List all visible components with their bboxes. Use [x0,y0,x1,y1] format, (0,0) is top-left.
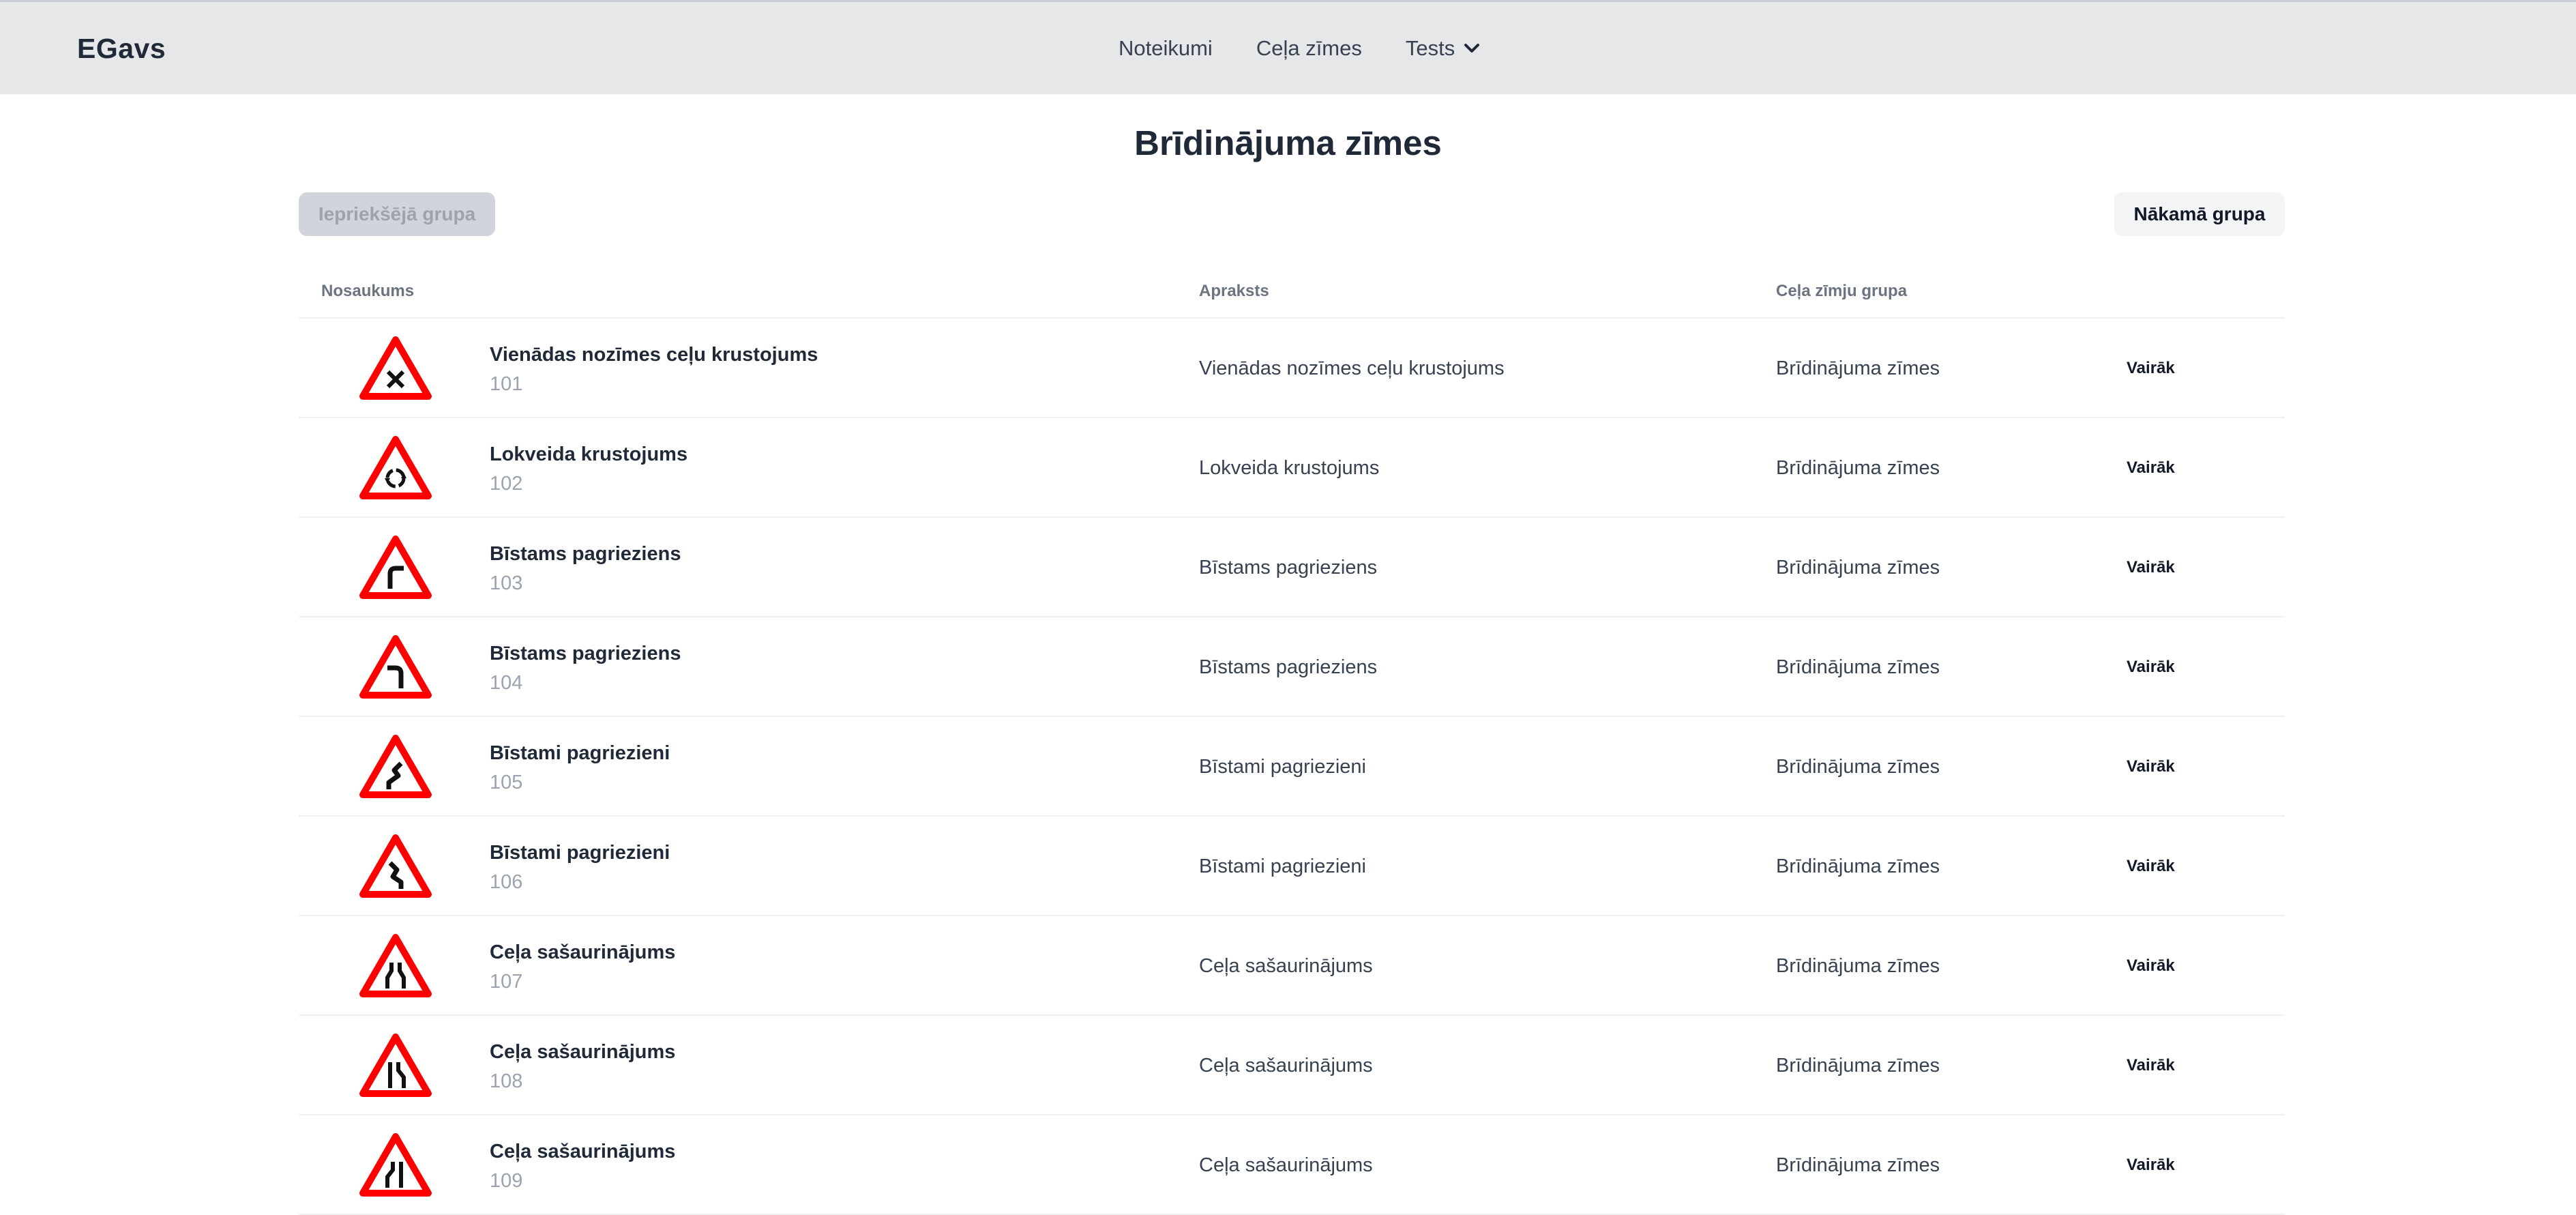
sign-description: Vienādas nozīmes ceļu krustojums [1199,357,1505,379]
table-row: Bīstams pagrieziens 104 Bīstams pagriezi… [299,617,2285,717]
sign-name: Bīstams pagrieziens [490,643,681,664]
double-curve-left-sign-icon [359,834,432,898]
sign-group: Brīdinājuma zīmes [1776,557,1940,579]
curve-right-sign-icon [359,536,432,599]
sign-group: Brīdinājuma zīmes [1776,457,1940,479]
sign-code: 105 [490,772,523,793]
signs-table: Nosaukums Apraksts Ceļa zīmju grupa Vien… [299,269,2285,1215]
sign-description: Bīstami pagriezieni [1199,855,1366,877]
table-row: Bīstams pagrieziens 103 Bīstams pagriezi… [299,518,2285,617]
sign-name: Lokveida krustojums [490,443,688,465]
sign-code: 109 [490,1170,523,1192]
previous-group-button[interactable]: Iepriekšējā grupa [299,192,495,236]
column-header-name: Nosaukums [321,282,415,300]
more-link[interactable]: Vairāk [2127,658,2175,677]
sign-code: 106 [490,871,523,893]
sign-description: Lokveida krustojums [1199,457,1380,479]
nav-item-tests-label: Tests [1405,36,1455,60]
more-link[interactable]: Vairāk [2127,458,2175,478]
sign-group: Brīdinājuma zīmes [1776,1055,1940,1077]
sign-group: Brīdinājuma zīmes [1776,656,1940,678]
sign-name: Ceļa sašaurinājums [490,941,676,963]
double-curve-right-sign-icon [359,735,432,798]
sign-description: Ceļa sašaurinājums [1199,955,1373,977]
sign-code: 102 [490,473,523,495]
sign-group: Brīdinājuma zīmes [1776,955,1940,977]
sign-group: Brīdinājuma zīmes [1776,855,1940,877]
nav-item-tests[interactable]: Tests [1406,36,1481,61]
more-link[interactable]: Vairāk [2127,359,2175,378]
next-group-button[interactable]: Nākamā grupa [2114,192,2285,236]
nav-item-noteikumi[interactable]: Noteikumi [1119,36,1213,61]
sign-description: Bīstami pagriezieni [1199,756,1366,778]
more-link[interactable]: Vairāk [2127,757,2175,776]
sign-code: 103 [490,572,523,594]
sign-description: Ceļa sašaurinājums [1199,1055,1373,1077]
road-narrows-right-sign-icon [359,1034,432,1097]
sign-group: Brīdinājuma zīmes [1776,756,1940,778]
sign-code: 108 [490,1070,523,1092]
brand-logo[interactable]: EGavs [77,33,166,65]
more-link[interactable]: Vairāk [2127,857,2175,876]
sign-name: Bīstams pagrieziens [490,543,681,565]
sign-code: 104 [490,672,523,694]
table-row: Ceļa sašaurinājums 108 Ceļa sašaurinājum… [299,1016,2285,1115]
road-narrows-left-sign-icon [359,1133,432,1197]
more-link[interactable]: Vairāk [2127,1056,2175,1075]
table-row: Lokveida krustojums 102 Lokveida krustoj… [299,418,2285,518]
table-row: Bīstami pagriezieni 105 Bīstami pagriezi… [299,717,2285,817]
sign-name: Vienādas nozīmes ceļu krustojums [490,344,818,366]
table-row: Bīstami pagriezieni 106 Bīstami pagriezi… [299,817,2285,916]
curve-left-sign-icon [359,635,432,699]
table-header: Nosaukums Apraksts Ceļa zīmju grupa [299,269,2285,319]
sign-description: Bīstams pagrieziens [1199,557,1378,579]
sign-name: Ceļa sašaurinājums [490,1141,676,1162]
sign-code: 101 [490,373,523,395]
page-title: Brīdinājuma zīmes [1134,123,1442,162]
sign-name: Bīstami pagriezieni [490,842,670,864]
sign-description: Ceļa sašaurinājums [1199,1154,1373,1176]
column-header-description: Apraksts [1199,282,1269,300]
sign-group: Brīdinājuma zīmes [1776,357,1940,379]
sign-name: Ceļa sašaurinājums [490,1041,676,1063]
table-row: Vienādas nozīmes ceļu krustojums 101 Vie… [299,319,2285,418]
navbar: EGavs Noteikumi Ceļa zīmes Tests [0,2,2576,94]
roundabout-sign-icon [359,436,432,499]
more-link[interactable]: Vairāk [2127,956,2175,976]
more-link[interactable]: Vairāk [2127,1156,2175,1175]
chevron-down-icon [1464,44,1480,53]
crossroads-sign-icon [359,336,432,400]
road-narrows-both-sign-icon [359,934,432,997]
sign-code: 107 [490,971,523,993]
sign-name: Bīstami pagriezieni [490,742,670,764]
sign-description: Bīstams pagrieziens [1199,656,1378,678]
table-row: Ceļa sašaurinājums 109 Ceļa sašaurinājum… [299,1115,2285,1215]
column-header-group: Ceļa zīmju grupa [1776,282,1908,300]
main-nav: Noteikumi Ceļa zīmes Tests [1119,36,1481,61]
more-link[interactable]: Vairāk [2127,558,2175,577]
table-row: Ceļa sašaurinājums 107 Ceļa sašaurinājum… [299,916,2285,1016]
nav-item-cela-zimes[interactable]: Ceļa zīmes [1256,36,1362,61]
sign-group: Brīdinājuma zīmes [1776,1154,1940,1176]
